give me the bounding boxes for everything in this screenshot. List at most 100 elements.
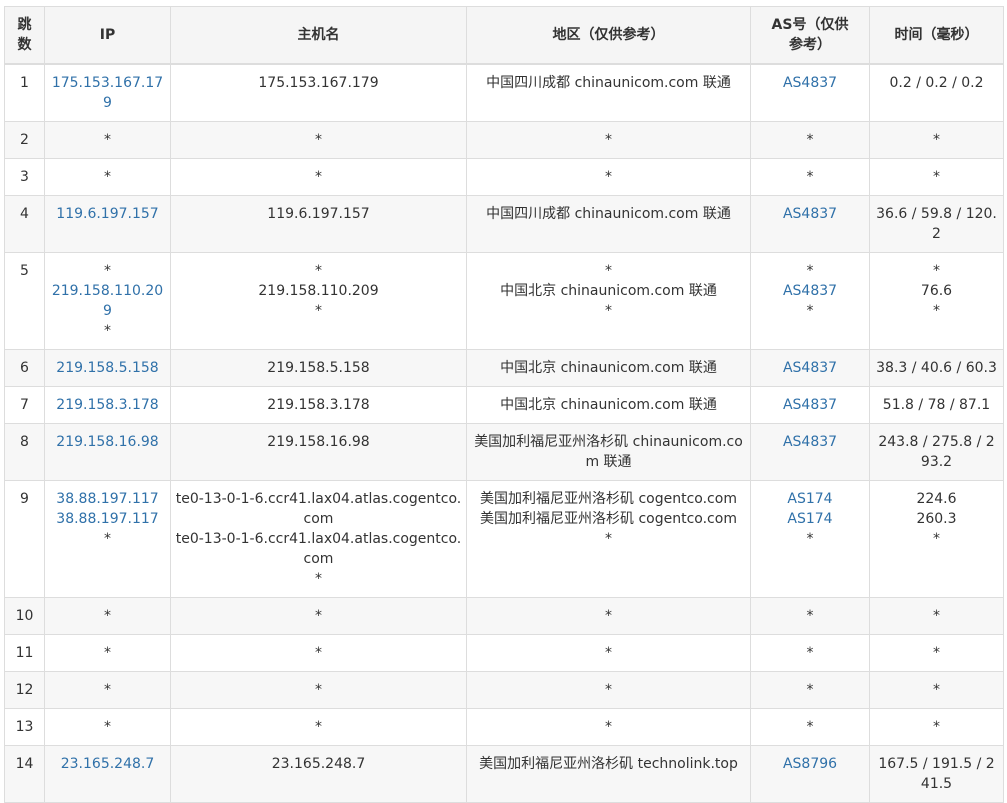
host-cell: 219.158.3.178 — [170, 385, 467, 424]
as-link[interactable]: AS4837 — [755, 73, 865, 93]
time-text: * — [933, 530, 940, 547]
as-link[interactable]: AS4837 — [755, 432, 865, 452]
host-cell: * 219.158.110.209 * — [170, 251, 467, 350]
ip-link[interactable]: 38.88.197.117 — [49, 489, 166, 509]
ip-cell: 119.6.197.157 — [44, 194, 171, 253]
ip-cell: * — [44, 157, 171, 196]
as-link[interactable]: AS174 — [755, 489, 865, 509]
host-text: te0-13-0-1-6.ccr41.lax04.atlas.cogentco.… — [175, 530, 462, 567]
as-link[interactable]: AS4837 — [755, 395, 865, 415]
region-cell: * — [466, 596, 751, 635]
time-cell: 167.5 / 191.5 / 241.5 — [869, 744, 1004, 803]
hop-cell: 6 — [4, 348, 45, 387]
time-text: * — [933, 131, 940, 148]
hop-cell: 9 — [4, 479, 45, 598]
region-cell: 中国四川成都 chinaunicom.com 联通 — [466, 63, 751, 122]
time-text: 224.6 — [916, 490, 957, 507]
region-text: 中国北京 chinaunicom.com 联通 — [500, 282, 717, 299]
host-text: 219.158.3.178 — [267, 396, 370, 413]
region-cell: * — [466, 633, 751, 672]
host-text: * — [315, 131, 322, 148]
time-cell: * — [869, 670, 1004, 709]
region-text: * — [605, 262, 612, 279]
region-text: * — [605, 168, 612, 185]
as-cell: AS4837 — [750, 63, 870, 122]
as-link[interactable]: AS174 — [755, 509, 865, 529]
region-text: 中国北京 chinaunicom.com 联通 — [500, 396, 717, 413]
region-text: * — [605, 718, 612, 735]
ip-link[interactable]: 38.88.197.117 — [49, 509, 166, 529]
region-cell: * — [466, 120, 751, 159]
hop-cell: 3 — [4, 157, 45, 196]
as-link[interactable]: AS4837 — [755, 281, 865, 301]
host-text: * — [315, 168, 322, 185]
ip-text: * — [104, 262, 111, 279]
as-cell: * — [750, 707, 870, 746]
table-row: 11 * * * * * — [4, 633, 1004, 672]
ip-link[interactable]: 119.6.197.157 — [49, 204, 166, 224]
region-text: * — [605, 530, 612, 547]
host-cell: 119.6.197.157 — [170, 194, 467, 253]
as-link[interactable]: AS4837 — [755, 204, 865, 224]
host-text: 219.158.110.209 — [258, 282, 379, 299]
time-cell: * — [869, 157, 1004, 196]
hop-cell: 11 — [4, 633, 45, 672]
header-time: 时间（毫秒） — [869, 6, 1004, 65]
ip-cell: * — [44, 596, 171, 635]
ip-cell: * — [44, 633, 171, 672]
time-text: 51.8 / 78 / 87.1 — [882, 396, 991, 413]
region-text: * — [605, 302, 612, 319]
host-text: 219.158.5.158 — [267, 359, 370, 376]
region-cell: 中国北京 chinaunicom.com 联通 — [466, 348, 751, 387]
time-text: 38.3 / 40.6 / 60.3 — [876, 359, 997, 376]
table-row: 5 * 219.158.110.209 * * 219.158.110.209 * * 中国北京… — [4, 251, 1004, 350]
time-text: * — [933, 681, 940, 698]
as-cell: * — [750, 120, 870, 159]
as-text: * — [806, 681, 814, 698]
region-text: * — [605, 681, 612, 698]
ip-text: * — [104, 644, 111, 661]
hop-cell: 5 — [4, 251, 45, 350]
ip-link[interactable]: 175.153.167.179 — [49, 73, 166, 113]
host-text: * — [315, 718, 322, 735]
table-row: 7 219.158.3.178 219.158.3.178 中国北京 chinauni… — [4, 385, 1004, 424]
traceroute-table: 跳数 IP 主机名 地区（仅供参考） AS号（仅供参考） 时间（毫秒） 1 175… — [4, 6, 1004, 803]
time-text: * — [933, 644, 940, 661]
region-text: 中国四川成都 chinaunicom.com 联通 — [486, 205, 731, 222]
host-text: * — [315, 302, 322, 319]
region-text: 中国北京 chinaunicom.com 联通 — [500, 359, 717, 376]
region-cell: 中国北京 chinaunicom.com 联通 — [466, 385, 751, 424]
ip-cell: 219.158.3.178 — [44, 385, 171, 424]
host-text: * — [315, 644, 322, 661]
table-row: 14 23.165.248.7 23.165.248.7 美国加利福尼亚州洛杉矶 te… — [4, 744, 1004, 803]
host-cell: * — [170, 157, 467, 196]
host-cell: 219.158.5.158 — [170, 348, 467, 387]
table-body: 1 175.153.167.179 175.153.167.179 中国四川成都 ch… — [4, 63, 1004, 803]
as-cell: AS8796 — [750, 744, 870, 803]
time-text: 0.2 / 0.2 / 0.2 — [889, 74, 984, 91]
ip-cell: 219.158.16.98 — [44, 422, 171, 481]
time-text: 243.8 / 275.8 / 293.2 — [878, 433, 995, 470]
host-text: * — [315, 607, 322, 624]
host-cell: 219.158.16.98 — [170, 422, 467, 481]
region-text: 美国加利福尼亚州洛杉矶 chinaunicom.com 联通 — [474, 433, 743, 470]
as-text: * — [806, 718, 814, 735]
region-cell: 美国加利福尼亚州洛杉矶 technolink.top — [466, 744, 751, 803]
ip-link[interactable]: 219.158.110.209 — [49, 281, 166, 321]
as-text: * — [806, 131, 814, 148]
table-row: 4 119.6.197.157 119.6.197.157 中国四川成都 chinau… — [4, 194, 1004, 253]
ip-link[interactable]: 219.158.16.98 — [49, 432, 166, 452]
ip-link[interactable]: 219.158.3.178 — [49, 395, 166, 415]
ip-link[interactable]: 219.158.5.158 — [49, 358, 166, 378]
time-cell: 51.8 / 78 / 87.1 — [869, 385, 1004, 424]
table-row: 12 * * * * * — [4, 670, 1004, 709]
region-cell: * 中国北京 chinaunicom.com 联通 * — [466, 251, 751, 350]
host-text: 119.6.197.157 — [267, 205, 370, 222]
as-cell: AS4837 — [750, 348, 870, 387]
ip-text: * — [104, 322, 111, 339]
ip-cell: 23.165.248.7 — [44, 744, 171, 803]
time-cell: * — [869, 707, 1004, 746]
time-cell: 243.8 / 275.8 / 293.2 — [869, 422, 1004, 481]
hop-cell: 2 — [4, 120, 45, 159]
as-link[interactable]: AS4837 — [755, 358, 865, 378]
